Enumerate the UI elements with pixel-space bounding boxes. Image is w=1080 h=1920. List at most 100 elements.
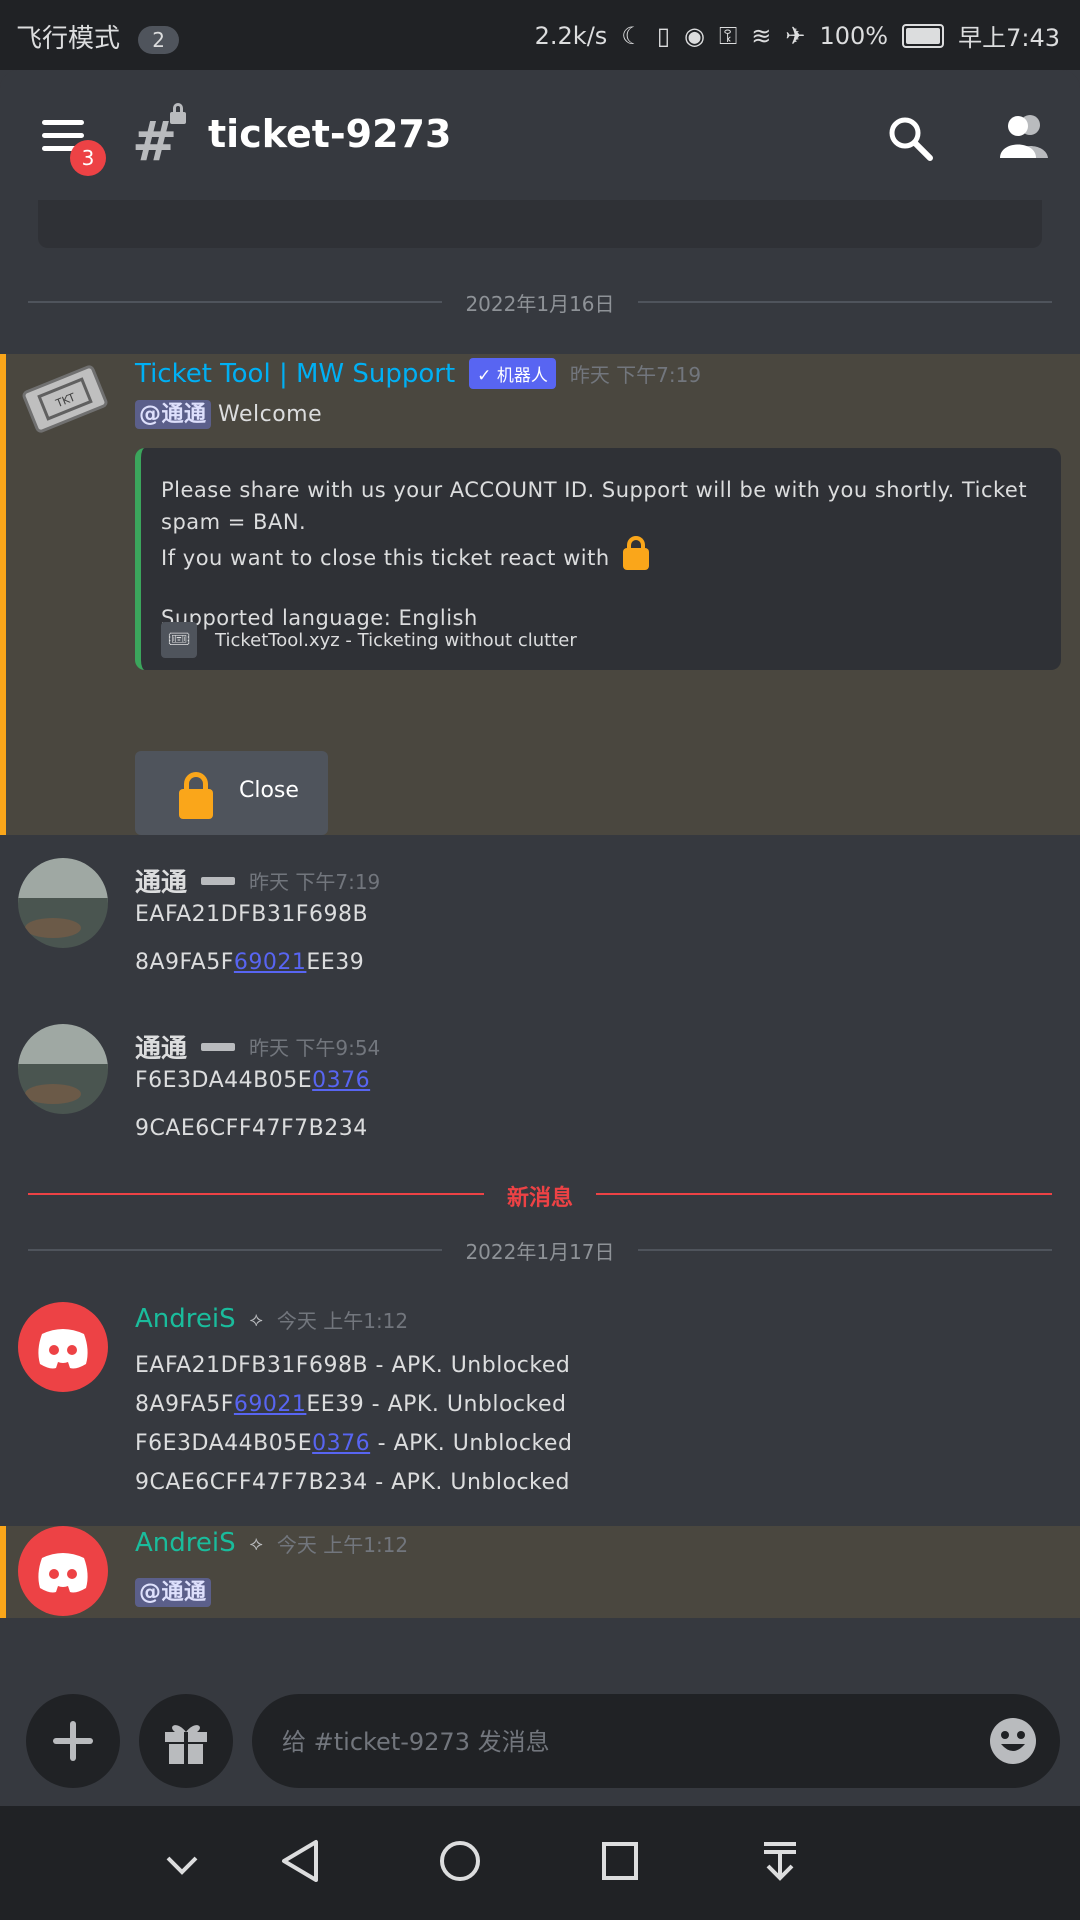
lock-icon <box>170 103 186 124</box>
lock-icon <box>179 772 213 819</box>
status-right: 2.2k/s ☾ ▯ ◉ ⚿ ≋ ✈ 100% 早上7:43 <box>535 18 1060 53</box>
message-user-2[interactable]: 通通 昨天 下午9:54 F6E3DA44B05E0376 9CAE6CFF47… <box>0 1006 1080 1156</box>
status-bar: 飞行模式 2 2.2k/s ☾ ▯ ◉ ⚿ ≋ ✈ 100% 早上7:43 <box>0 0 1080 70</box>
airplane-icon: ✈ <box>785 21 806 50</box>
message-user-1[interactable]: 通通 昨天 下午7:19 EAFA21DFB31F698B 8A9FA5F690… <box>0 840 1080 990</box>
divider <box>638 301 1052 303</box>
phone-link[interactable]: 69021 <box>234 950 307 975</box>
message-line: F6E3DA44B05E0376 <box>135 1068 371 1093</box>
message-input-container[interactable] <box>252 1694 1060 1790</box>
message-input[interactable] <box>280 1694 984 1790</box>
winged-badge-icon: ⟡ <box>249 1531 263 1555</box>
message-timestamp: 今天 上午1:12 <box>276 1532 409 1557</box>
eye-icon: ◉ <box>684 21 705 50</box>
message-line: 8A9FA5F69021EE39 <box>135 950 365 975</box>
divider <box>28 1249 442 1251</box>
previous-embed-fragment <box>38 200 1042 248</box>
discord-avatar[interactable] <box>18 1526 108 1616</box>
status-left: 飞行模式 2 <box>16 18 180 55</box>
check-icon: ✓ <box>477 366 497 386</box>
username[interactable]: AndreiS <box>135 1304 236 1334</box>
role-icon <box>201 1042 236 1051</box>
message-header: 通通 昨天 下午7:19 <box>135 862 380 899</box>
airplane-mode-label: 飞行模式 <box>16 24 121 54</box>
recents-icon[interactable] <box>598 1836 642 1886</box>
message-list[interactable]: 2022年1月16日 TKT Ticket Tool | MW Support … <box>0 200 1080 1680</box>
home-icon[interactable] <box>438 1836 482 1886</box>
message-line: EAFA21DFB31F698B - APK. Unblocked <box>135 1353 571 1378</box>
embed-description: Please share with us your ACCOUNT ID. Su… <box>161 474 1041 634</box>
add-attachment-button[interactable] <box>26 1694 120 1788</box>
embed-footer-text: TicketTool.xyz - Ticketing without clutt… <box>215 629 577 651</box>
message-embed: Please share with us your ACCOUNT ID. Su… <box>135 448 1061 670</box>
key-icon: ⚿ <box>718 21 738 50</box>
username[interactable]: 通通 <box>135 862 187 899</box>
winged-badge-icon: ⟡ <box>249 1307 263 1331</box>
message-timestamp: 昨天 下午7:19 <box>249 870 381 894</box>
bot-username[interactable]: Ticket Tool | MW Support <box>135 359 455 389</box>
bot-tag: ✓ 机器人 <box>469 358 556 389</box>
message-content: @通通 Welcome <box>135 396 323 429</box>
back-icon[interactable] <box>278 1836 322 1886</box>
message-line: 9CAE6CFF47F7B234 <box>135 1116 368 1141</box>
new-messages-divider <box>596 1193 1052 1195</box>
new-messages-divider <box>28 1193 484 1195</box>
user-mention[interactable]: @通通 <box>135 1578 211 1607</box>
phone-link[interactable]: 69021 <box>234 1392 307 1417</box>
clock: 早上7:43 <box>958 24 1060 52</box>
user-avatar[interactable] <box>18 858 108 948</box>
emoji-icon[interactable] <box>988 1716 1038 1766</box>
mention-indicator <box>0 1526 6 1618</box>
message-content: @通通 <box>135 1574 211 1607</box>
message-composer <box>0 1680 1080 1806</box>
vibrate-icon: ▯ <box>656 21 671 50</box>
moon-icon: ☾ <box>621 21 643 50</box>
gift-button[interactable] <box>139 1694 233 1788</box>
message-andrei-1[interactable]: AndreiS ⟡ 今天 上午1:12 EAFA21DFB31F698B - A… <box>0 1290 1080 1495</box>
message-timestamp: 今天 上午1:12 <box>276 1308 409 1333</box>
date-divider-label: 2022年1月17日 <box>465 1240 615 1264</box>
embed-line: If you want to close this ticket react w… <box>161 536 1041 574</box>
mention-message-andrei[interactable]: AndreiS ⟡ 今天 上午1:12 @通通 <box>0 1526 1080 1618</box>
message-line: EAFA21DFB31F698B <box>135 902 369 927</box>
new-messages-label: 新消息 <box>506 1186 573 1211</box>
date-divider-label: 2022年1月16日 <box>465 292 615 316</box>
battery-icon <box>902 23 945 48</box>
message-header: Ticket Tool | MW Support ✓ 机器人 昨天 下午7:19 <box>135 358 701 389</box>
user-avatar[interactable] <box>18 1024 108 1114</box>
wifi-icon: ≋ <box>751 21 772 50</box>
network-speed: 2.2k/s <box>534 21 608 50</box>
username[interactable]: AndreiS <box>135 1528 236 1558</box>
notification-pulldown-icon[interactable] <box>758 1836 802 1886</box>
bot-tag-label: 机器人 <box>496 366 548 386</box>
message-text: Welcome <box>218 402 323 427</box>
message-header: 通通 昨天 下午9:54 <box>135 1028 380 1065</box>
mention-message-bot[interactable]: TKT Ticket Tool | MW Support ✓ 机器人 昨天 下午… <box>0 354 1080 835</box>
message-line: 9CAE6CFF47F7B234 - APK. Unblocked <box>135 1470 570 1495</box>
channel-title: ticket-9273 <box>208 112 452 156</box>
message-timestamp: 昨天 下午9:54 <box>249 1036 381 1060</box>
phone-link[interactable]: 0376 <box>312 1431 370 1456</box>
system-navigation-bar <box>0 1806 1080 1920</box>
message-header: AndreiS ⟡ 今天 上午1:12 <box>135 1304 408 1334</box>
user-mention[interactable]: @通通 <box>135 400 211 429</box>
close-button-label: Close <box>239 778 299 803</box>
message-content: EAFA21DFB31F698B - APK. Unblocked 8A9FA5… <box>135 1346 572 1502</box>
message-timestamp: 昨天 下午7:19 <box>569 363 702 387</box>
close-ticket-button[interactable]: Close <box>135 751 328 835</box>
ticket-footer-icon: 🎟 <box>161 622 197 658</box>
role-icon <box>201 876 236 885</box>
message-line: F6E3DA44B05E0376 - APK. Unblocked <box>135 1431 573 1456</box>
chevron-down-icon[interactable] <box>162 1844 202 1884</box>
ticket-avatar[interactable]: TKT <box>20 354 110 444</box>
username[interactable]: 通通 <box>135 1028 187 1065</box>
embed-line: Please share with us your ACCOUNT ID. Su… <box>161 478 1028 534</box>
discord-avatar[interactable] <box>18 1302 108 1392</box>
members-icon[interactable] <box>996 112 1052 160</box>
search-icon[interactable] <box>886 114 934 162</box>
notification-count: 2 <box>138 25 180 54</box>
lock-emoji-icon <box>622 536 649 570</box>
unread-badge: 3 <box>70 140 106 176</box>
phone-link[interactable]: 0376 <box>312 1068 370 1093</box>
divider <box>638 1249 1052 1251</box>
